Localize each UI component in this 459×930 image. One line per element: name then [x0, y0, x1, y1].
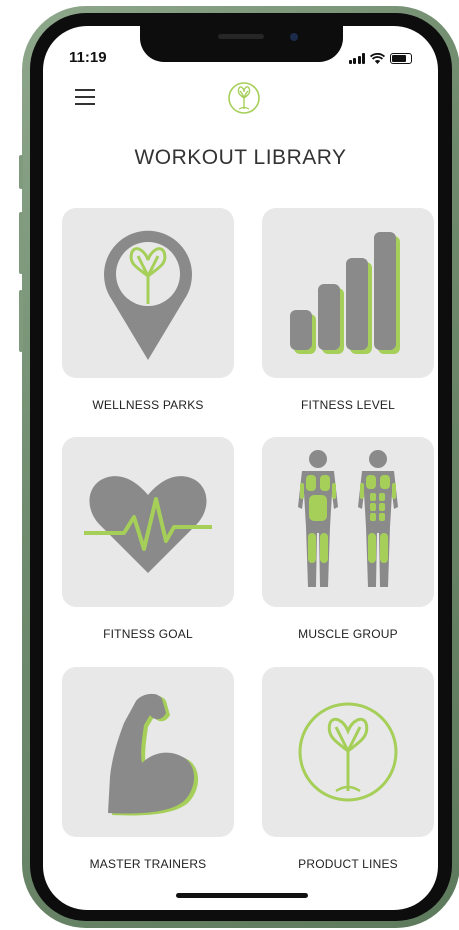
muscle-body-icon: [298, 450, 398, 587]
tile-fitness-level[interactable]: [262, 208, 434, 378]
bar-levels-icon: [290, 232, 400, 354]
battery-icon: [390, 53, 412, 64]
tile-label-muscle-group: MUSCLE GROUP: [298, 627, 398, 641]
tree-logo-icon: [228, 82, 260, 114]
app-screen: 11:19 WORKOUT LIBRARY WELLNESS PARKS FIT…: [43, 26, 438, 910]
front-camera: [290, 33, 298, 41]
tree-logo-circle-icon: [298, 702, 398, 802]
map-pin-tree-icon: [104, 230, 192, 360]
tile-fitness-goal[interactable]: [62, 437, 234, 607]
tile-master-trainers[interactable]: [62, 667, 234, 837]
tile-label-fitness-level: FITNESS LEVEL: [301, 398, 395, 412]
tile-wellness-parks[interactable]: [62, 208, 234, 378]
speaker-grille: [218, 34, 264, 39]
tile-label-master-trainers: MASTER TRAINERS: [89, 857, 207, 871]
tile-product-lines[interactable]: [262, 667, 434, 837]
flexed-arm-icon: [108, 693, 199, 816]
volume-up-button: [19, 212, 23, 274]
page-title: WORKOUT LIBRARY: [134, 146, 347, 169]
tile-label-product-lines: PRODUCT LINES: [298, 857, 398, 871]
home-indicator: [176, 893, 308, 898]
hamburger-menu-icon[interactable]: [75, 89, 95, 105]
signal-icon: [348, 53, 365, 64]
wifi-icon: [370, 53, 385, 64]
status-icons: [348, 50, 412, 64]
notch: [140, 26, 343, 62]
volume-down-button: [19, 290, 23, 352]
tile-label-wellness-parks: WELLNESS PARKS: [92, 398, 204, 412]
tile-muscle-group[interactable]: [262, 437, 434, 607]
heart-pulse-icon: [84, 476, 212, 573]
status-time: 11:19: [69, 49, 107, 66]
mute-switch: [19, 155, 23, 189]
tile-label-fitness-goal: FITNESS GOAL: [103, 627, 193, 641]
